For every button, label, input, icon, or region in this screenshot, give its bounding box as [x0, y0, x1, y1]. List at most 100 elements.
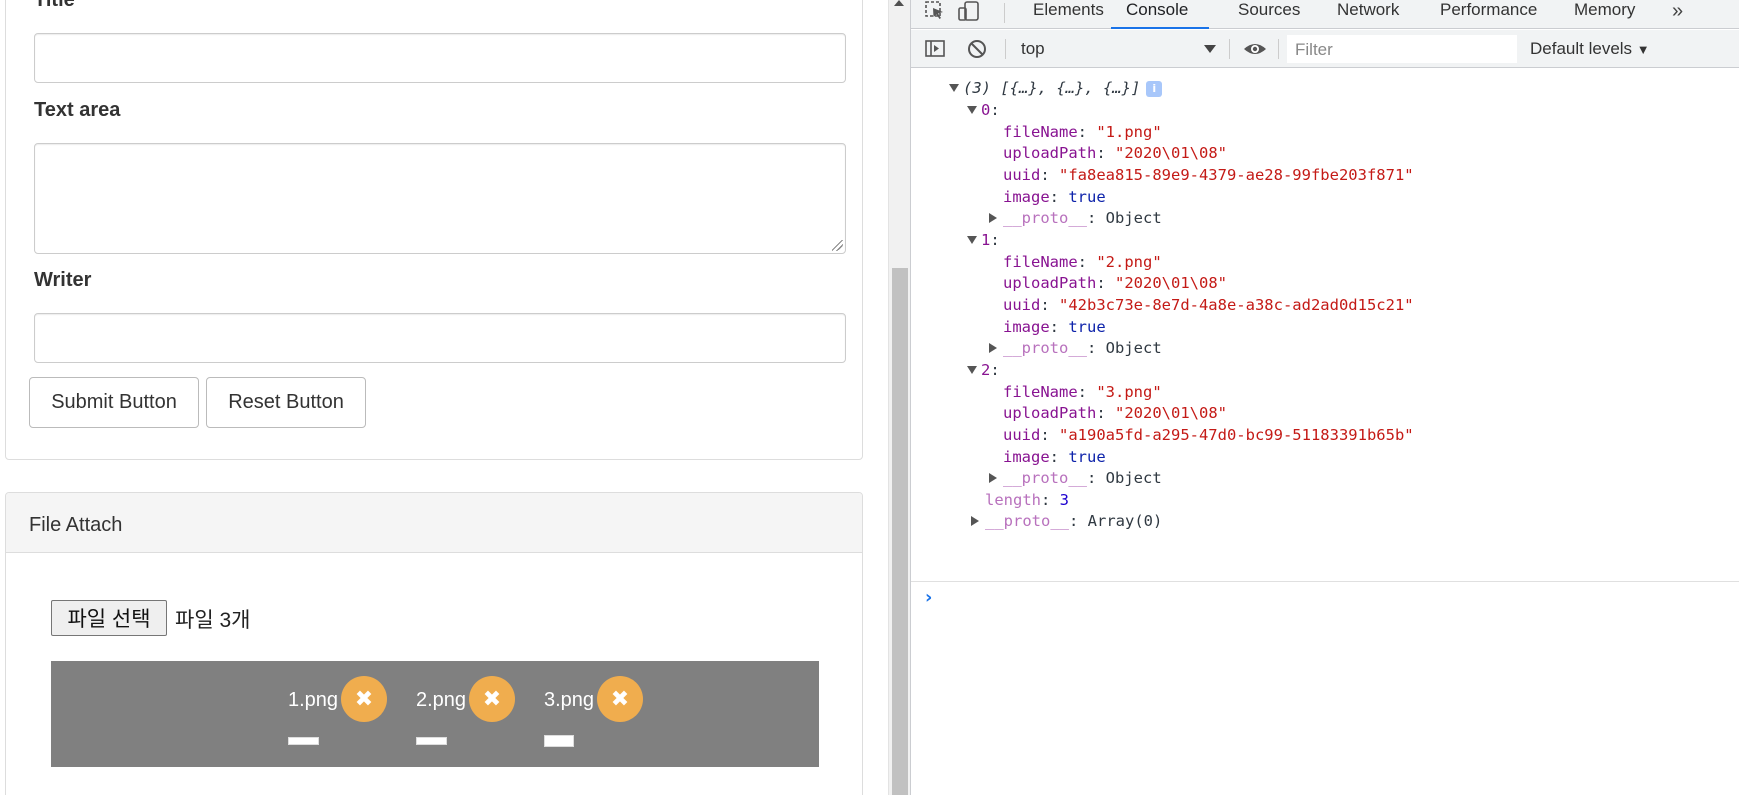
file-name-value: "1.png" — [1096, 123, 1162, 141]
submit-button[interactable]: Submit Button — [29, 377, 199, 428]
length-key: length — [985, 491, 1041, 509]
array-index: 1 — [981, 231, 991, 249]
property-row: uploadPath: "2020\01\08" — [1003, 274, 1227, 292]
console-prompt-icon[interactable]: › — [925, 587, 932, 608]
panel-heading: File Attach — [6, 493, 862, 553]
file-name-value: "2.png" — [1096, 253, 1162, 271]
info-icon[interactable]: i — [1146, 81, 1163, 97]
array-index: 2 — [981, 361, 991, 379]
writer-input[interactable] — [34, 313, 846, 363]
thumbnail-image — [288, 737, 319, 745]
array-proto-value: Array(0) — [1087, 512, 1163, 530]
proto-value: Object — [1105, 209, 1162, 227]
proto-row[interactable]: __proto__: Object — [989, 468, 1162, 488]
expand-arrow-icon[interactable] — [949, 84, 959, 92]
tab-performance[interactable]: Performance — [1440, 0, 1537, 29]
tab-memory[interactable]: Memory — [1574, 0, 1635, 29]
board-form-panel: Title Text area Writer Submit Button Res… — [5, 0, 863, 460]
chevron-down-icon: ▼ — [1636, 42, 1650, 57]
file-count-text: 파일 3개 — [175, 609, 251, 632]
more-tabs-icon[interactable]: » — [1672, 0, 1683, 23]
proto-row[interactable]: __proto__: Object — [989, 208, 1162, 228]
image-value: true — [1068, 318, 1106, 336]
property-row: uuid: "42b3c73e-8e7d-4a8e-a38c-ad2ad0d15… — [1003, 296, 1414, 314]
array-proto-row[interactable]: __proto__: Array(0) — [971, 511, 1162, 531]
array-index-row[interactable]: 1: — [967, 230, 1000, 250]
upload-filename: 1.png — [288, 689, 339, 711]
upload-result: 1.png ✖ 2.png ✖ 3.png ✖ — [51, 661, 819, 767]
tab-sources[interactable]: Sources — [1238, 0, 1300, 29]
length-row: length: 3 — [985, 491, 1070, 509]
log-levels-dropdown[interactable]: Default levels ▼ — [1530, 39, 1650, 59]
expand-arrow-icon[interactable] — [967, 106, 977, 114]
tab-network[interactable]: Network — [1337, 0, 1399, 29]
resize-handle-icon[interactable] — [832, 240, 843, 251]
property-row: uuid: "a190a5fd-a295-47d0-bc99-51183391b… — [1003, 426, 1414, 444]
toolbar-divider — [1278, 39, 1279, 59]
clear-console-icon[interactable] — [966, 38, 988, 60]
array-summary: (3) [{…}, {…}, {…}] — [963, 79, 1141, 97]
thumbnail-image — [416, 737, 447, 745]
inspect-element-icon[interactable] — [924, 0, 946, 22]
remove-file-button[interactable]: ✖ — [341, 676, 387, 722]
choose-file-button[interactable]: 파일 선택 — [51, 600, 167, 636]
array-index-row[interactable]: 2: — [967, 360, 1000, 380]
property-row: uuid: "fa8ea815-89e9-4379-ae28-99fbe203f… — [1003, 166, 1414, 184]
textarea-label: Text area — [34, 99, 121, 121]
expand-arrow-icon[interactable] — [989, 343, 997, 353]
page-scrollbar[interactable] — [888, 0, 910, 795]
title-input[interactable] — [34, 33, 846, 83]
property-row: uploadPath: "2020\01\08" — [1003, 404, 1227, 422]
property-row: image: true — [1003, 448, 1106, 466]
expand-arrow-icon[interactable] — [967, 366, 977, 374]
devtools-tab-bar: Elements Console Sources Network Perform… — [911, 0, 1739, 29]
chevron-down-icon[interactable] — [1204, 45, 1216, 53]
scroll-up-arrow-icon[interactable] — [894, 0, 904, 6]
context-selector[interactable]: top — [1021, 39, 1045, 59]
toolbar-divider — [1004, 3, 1005, 23]
array-index-row[interactable]: 0: — [967, 100, 1000, 120]
toolbar-divider — [1229, 39, 1230, 59]
uuid-value: "fa8ea815-89e9-4379-ae28-99fbe203f871" — [1059, 166, 1414, 184]
expand-arrow-icon[interactable] — [967, 236, 977, 244]
proto-row[interactable]: __proto__: Object — [989, 338, 1162, 358]
property-row: image: true — [1003, 318, 1106, 336]
upload-path-value: "2020\01\08" — [1115, 404, 1227, 422]
property-row: uploadPath: "2020\01\08" — [1003, 144, 1227, 162]
property-row: fileName: "3.png" — [1003, 383, 1162, 401]
expand-arrow-icon[interactable] — [971, 516, 979, 526]
upload-filename: 2.png — [416, 689, 467, 711]
remove-file-button[interactable]: ✖ — [597, 676, 643, 722]
property-row: image: true — [1003, 188, 1106, 206]
uuid-value: "a190a5fd-a295-47d0-bc99-51183391b65b" — [1059, 426, 1414, 444]
tab-console[interactable]: Console — [1111, 0, 1209, 29]
file-attach-panel: File Attach 파일 선택 파일 3개 1.png ✖ 2.png ✖ … — [5, 492, 863, 795]
expand-arrow-icon[interactable] — [989, 213, 997, 223]
array-summary-row[interactable]: (3) [{…}, {…}, {…}] i — [949, 78, 1163, 98]
title-label: Title — [34, 0, 75, 11]
panel-title: File Attach — [29, 514, 123, 536]
upload-path-value: "2020\01\08" — [1115, 274, 1227, 292]
image-value: true — [1068, 188, 1106, 206]
property-row: fileName: "1.png" — [1003, 123, 1162, 141]
device-toolbar-icon[interactable] — [957, 0, 979, 22]
proto-value: Object — [1105, 339, 1162, 357]
tab-elements[interactable]: Elements — [1033, 0, 1104, 29]
uuid-value: "42b3c73e-8e7d-4a8e-a38c-ad2ad0d15c21" — [1059, 296, 1414, 314]
web-page: Title Text area Writer Submit Button Res… — [0, 0, 888, 795]
thumbnail-image — [544, 735, 574, 747]
console-filter-input[interactable]: Filter — [1287, 35, 1517, 63]
devtools-panel: Elements Console Sources Network Perform… — [910, 0, 1739, 795]
proto-value: Object — [1105, 469, 1162, 487]
scrollbar-thumb[interactable] — [892, 268, 908, 795]
upload-path-value: "2020\01\08" — [1115, 144, 1227, 162]
sidebar-toggle-icon[interactable] — [924, 38, 946, 60]
reset-button[interactable]: Reset Button — [206, 377, 366, 428]
content-textarea[interactable] — [34, 143, 846, 254]
expand-arrow-icon[interactable] — [989, 473, 997, 483]
live-expression-eye-icon[interactable] — [1242, 39, 1268, 61]
image-value: true — [1068, 448, 1106, 466]
toolbar-divider — [1005, 39, 1006, 59]
remove-file-button[interactable]: ✖ — [469, 676, 515, 722]
writer-label: Writer — [34, 269, 92, 291]
